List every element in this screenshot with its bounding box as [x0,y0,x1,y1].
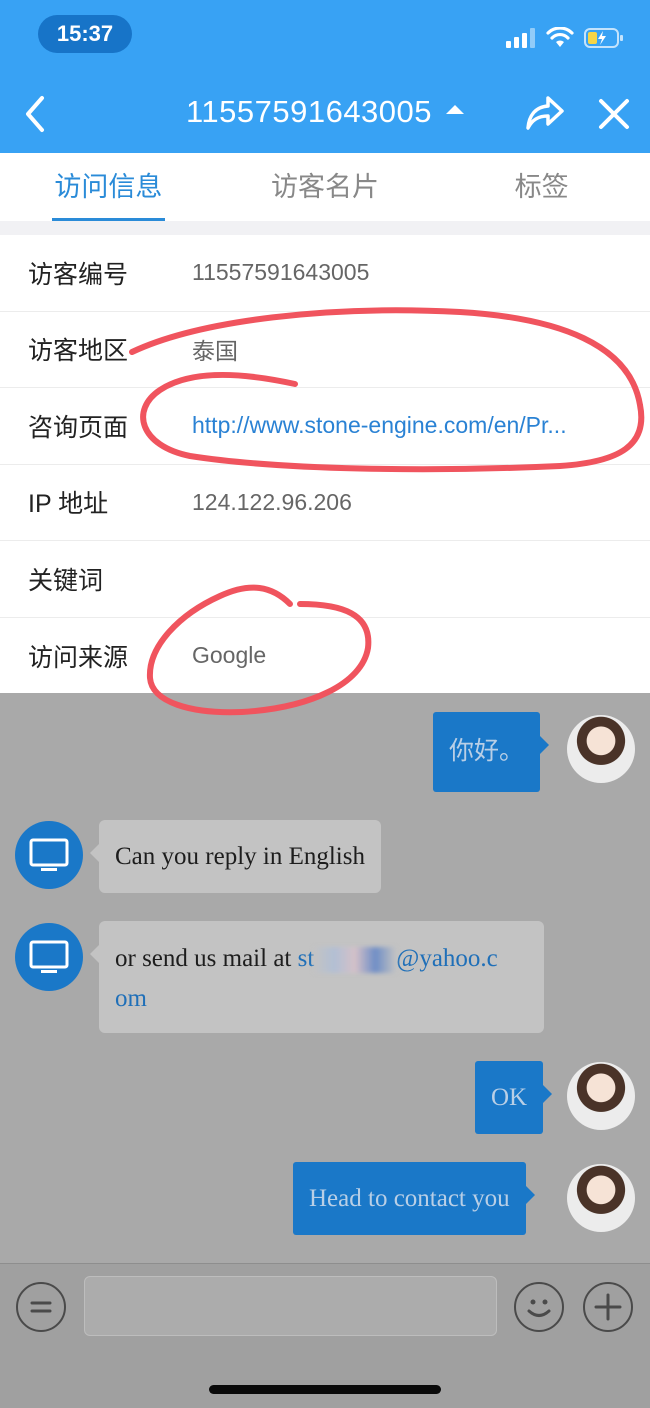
info-row-ip: IP 地址 124.122.96.206 [0,465,650,541]
tab-visitor-card[interactable]: 访客名片 [217,153,434,221]
menu-icon[interactable] [16,1282,66,1332]
agent-avatar [567,1164,635,1232]
redaction-blur [314,947,397,974]
info-label: 关键词 [28,566,104,595]
info-row-visitor-id: 访客编号 11557591643005 [0,235,650,312]
info-label: 访客地区 [28,337,129,366]
app-header: 15:37 11557591643005 [0,0,650,153]
smiley-icon[interactable] [514,1282,564,1332]
message-bubble-agent: Head to contact you [293,1162,535,1235]
status-time: 15:37 [38,15,132,53]
monitor-icon [15,923,83,991]
message-text: or send us mail at [115,945,298,972]
plus-icon[interactable] [583,1282,633,1332]
info-row-source: 访问来源 Google [0,618,650,695]
share-arrow-icon[interactable] [524,94,566,134]
signal-icon [506,28,535,48]
tab-bar: 访问信息 访客名片 标签 [0,153,650,221]
info-value-link[interactable]: http://www.stone-engine.com/en/Pr... [192,412,567,439]
monitor-icon [15,821,83,889]
chat-area[interactable]: 你好。 Can you reply in English or send us … [0,693,650,1263]
tab-visit-info[interactable]: 访问信息 [0,153,217,221]
home-indicator [209,1385,441,1394]
visit-info-list: 访客编号 11557591643005 访客地区 泰国 咨询页面 http://… [0,235,650,694]
message-bubble-visitor: Can you reply in English [90,820,381,893]
message-input[interactable] [84,1276,497,1336]
info-label: 访问来源 [28,643,129,672]
section-divider [0,221,650,235]
info-value: Google [192,642,267,669]
status-icons [506,26,624,50]
info-label: 访客编号 [28,260,129,289]
tab-tags[interactable]: 标签 [433,153,650,221]
info-value: 泰国 [192,338,238,365]
agent-avatar [567,1062,635,1130]
caret-up-icon [446,105,465,115]
info-value: 11557591643005 [192,259,370,286]
wifi-icon [546,27,574,47]
close-icon[interactable] [596,96,632,132]
page-title-text: 11557591643005 [185,94,433,129]
message-bubble-visitor: or send us mail at st @yahoo.c om [90,921,544,1033]
info-row-keyword: 关键词 [0,541,650,618]
info-label: IP 地址 [28,490,109,519]
info-row-page: 咨询页面 http://www.stone-engine.com/en/Pr..… [0,388,650,465]
info-value: 124.122.96.206 [192,488,352,515]
agent-avatar [567,715,635,783]
message-bubble-agent: OK [475,1061,553,1134]
battery-icon [584,28,623,48]
message-bubble-agent: 你好。 [433,712,550,792]
info-row-region: 访客地区 泰国 [0,312,650,388]
info-label: 咨询页面 [28,413,129,442]
